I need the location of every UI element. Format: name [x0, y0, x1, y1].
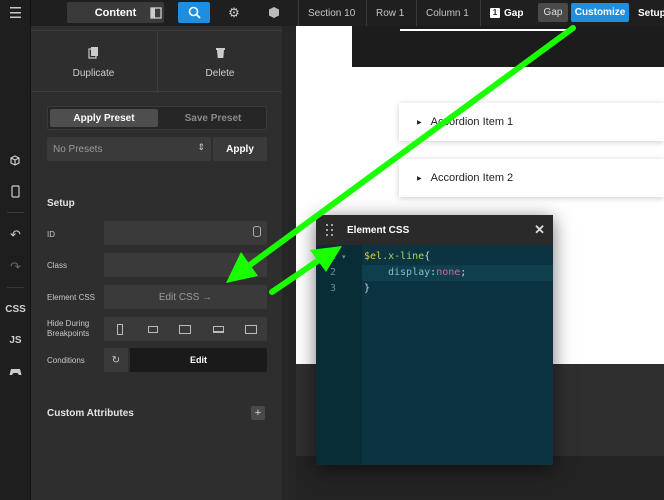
caret-right-icon: ▶ — [417, 175, 422, 182]
desktop-icon[interactable] — [243, 323, 259, 335]
line-number: 3 — [330, 283, 337, 294]
gap-chip[interactable]: Gap — [538, 3, 568, 22]
code-semicolon: ; — [460, 267, 467, 278]
code-value: none — [436, 267, 461, 278]
hide-breakpoints-label: Hide During Breakpoints — [47, 319, 90, 338]
breakpoint-toggles — [104, 317, 267, 341]
search-icon[interactable] — [178, 2, 210, 23]
breadcrumb-label: Column 1 — [426, 7, 469, 19]
close-icon[interactable]: ✕ — [534, 222, 545, 238]
mobile-preview-icon[interactable] — [0, 179, 31, 203]
hexagon-icon[interactable] — [258, 2, 290, 23]
conditions-label: Conditions — [47, 356, 85, 365]
id-label: ID — [47, 230, 55, 239]
caret-right-icon: ▶ — [417, 119, 422, 126]
breadcrumb-label: Gap — [504, 7, 524, 19]
layout-panel-icon[interactable] — [140, 2, 172, 23]
setup-section-title: Setup — [47, 198, 75, 209]
accordion-item-label: Accordion Item 1 — [430, 116, 514, 128]
class-label: Class — [47, 261, 68, 270]
database-icon[interactable] — [253, 226, 261, 237]
breadcrumb-current[interactable]: 1 Gap — [480, 0, 538, 26]
element-css-modal: Element CSS ✕ 1 ▾ 2 3 $el.x-line{ displa… — [316, 215, 553, 465]
phone-landscape-icon[interactable] — [145, 323, 161, 335]
js-editor-button[interactable]: JS — [0, 328, 31, 352]
preset-toggle: Apply Preset Save Preset — [47, 106, 267, 130]
delete-label: Delete — [205, 67, 235, 79]
element-panel: Duplicate Delete Apply Preset Save Prese… — [31, 26, 282, 500]
line-number: 2 — [330, 267, 337, 278]
code-line-3: } — [364, 283, 370, 294]
phone-portrait-icon[interactable] — [112, 323, 128, 335]
conditions-edit-button[interactable]: Edit — [130, 348, 267, 372]
trash-icon — [215, 46, 226, 62]
id-field[interactable] — [104, 221, 267, 245]
rail-divider — [7, 287, 24, 288]
rail-divider — [7, 212, 24, 213]
duplicate-button[interactable]: Duplicate — [31, 31, 156, 93]
element-number-badge: 1 — [490, 8, 500, 18]
line-gutter: 1 ▾ 2 3 — [316, 245, 362, 465]
preset-select[interactable]: No Presets ⇕ — [47, 137, 211, 161]
save-preset-tab[interactable]: Save Preset — [160, 109, 266, 127]
custom-attributes-title: Custom Attributes — [47, 408, 134, 419]
breadcrumb-label: Row 1 — [376, 7, 405, 19]
code-line-2: display:none; — [388, 267, 466, 278]
preset-select-value: No Presets — [53, 143, 103, 155]
accordion-item[interactable]: ▶ Accordion Item 1 — [399, 103, 664, 141]
duplicate-icon — [88, 46, 99, 62]
line-number: 1 — [330, 251, 337, 262]
duplicate-delete-row: Duplicate Delete — [31, 30, 282, 93]
class-field[interactable] — [104, 253, 267, 277]
refresh-icon[interactable]: ↻ — [104, 348, 128, 372]
gear-icon[interactable]: ⚙ — [218, 2, 250, 23]
delete-button[interactable]: Delete — [157, 31, 282, 93]
breadcrumb-label: Section 10 — [308, 7, 356, 19]
tablet-icon[interactable] — [177, 323, 193, 335]
accordion-item[interactable]: ▶ Accordion Item 2 — [399, 159, 664, 197]
laptop-icon[interactable] — [210, 323, 226, 335]
customize-button[interactable]: Customize — [571, 3, 629, 22]
add-elements-icon[interactable] — [0, 148, 31, 172]
hamburger-menu-icon[interactable]: ☰ — [0, 1, 31, 25]
edit-css-button[interactable]: Edit CSS → — [104, 285, 267, 309]
modal-title: Element CSS — [347, 224, 410, 236]
code-brace: { — [424, 251, 431, 262]
undo-icon[interactable]: ↶ — [0, 223, 31, 247]
add-attribute-button[interactable]: + — [251, 406, 265, 420]
active-underline — [400, 29, 572, 31]
apply-preset-tab[interactable]: Apply Preset — [50, 109, 158, 127]
code-line-1: $el.x-line{ — [364, 251, 430, 262]
drag-handle-icon[interactable] — [326, 224, 334, 236]
css-code-editor[interactable]: 1 ▾ 2 3 $el.x-line{ display:none; } — [316, 245, 553, 465]
duplicate-label: Duplicate — [72, 67, 115, 79]
modal-header[interactable]: Element CSS ✕ — [316, 215, 553, 245]
code-property: display — [388, 267, 431, 278]
apply-button[interactable]: Apply — [213, 137, 267, 161]
element-css-label: Element CSS — [47, 293, 96, 302]
setup-tab[interactable]: Setup — [638, 0, 664, 26]
select-arrows-icon: ⇕ — [197, 142, 205, 152]
dark-section-top — [352, 26, 664, 67]
top-toolbar: Content ⚙ Section 10 Row 1 Column 1 1 Ga… — [31, 0, 664, 26]
left-rail: ☰ ↶ ↷ CSS JS — [0, 0, 31, 500]
code-selector: .x-line — [382, 251, 425, 262]
code-brace: } — [364, 283, 371, 294]
accordion-item-label: Accordion Item 2 — [430, 172, 514, 184]
breadcrumb-section[interactable]: Section 10 — [298, 0, 366, 26]
panel-scrollbar[interactable] — [282, 26, 296, 500]
redo-icon[interactable]: ↷ — [0, 255, 31, 279]
fold-arrow-icon[interactable]: ▾ — [342, 253, 346, 261]
css-editor-button[interactable]: CSS — [0, 297, 31, 321]
gamepad-icon[interactable] — [0, 360, 31, 384]
code-var: $el — [364, 251, 383, 262]
